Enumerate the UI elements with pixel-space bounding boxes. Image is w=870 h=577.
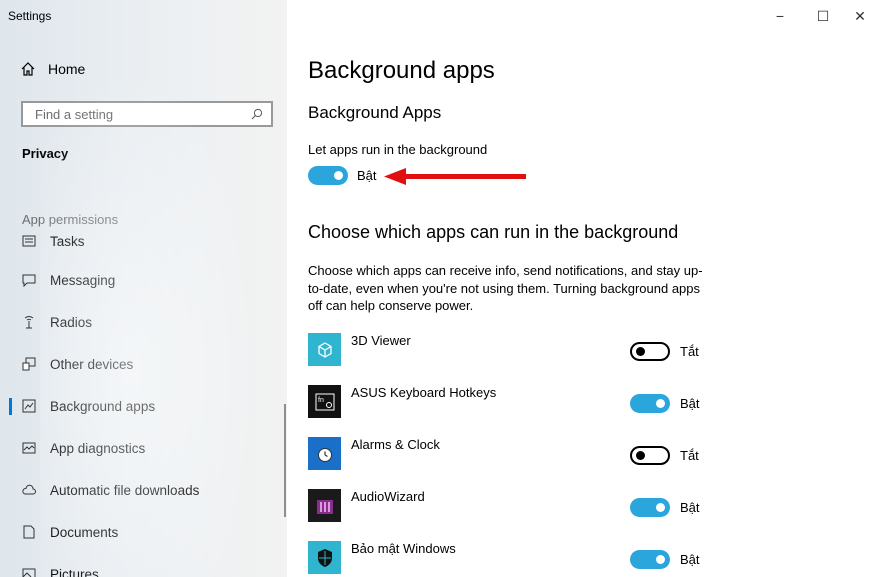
pictures-icon — [22, 568, 36, 577]
sidebar-item-label: Tasks — [50, 233, 85, 249]
other-devices-icon — [22, 357, 36, 371]
sidebar-item-label: Other devices — [50, 356, 134, 372]
app-name: AudioWizard — [351, 489, 425, 504]
tasks-icon — [22, 235, 36, 247]
section-privacy: Privacy — [22, 146, 69, 161]
audiowizard-icon — [308, 489, 341, 522]
sidebar-item-messaging[interactable]: Messaging — [0, 259, 287, 301]
app-toggle-state: Bật — [680, 552, 700, 567]
choose-apps-title: Choose which apps can run in the backgro… — [308, 222, 679, 242]
search-icon[interactable] — [251, 108, 263, 120]
background-toggle-label: Let apps run in the background — [308, 142, 488, 157]
section-app-permissions: App permissions — [22, 212, 119, 227]
app-name: Bảo mật Windows — [351, 541, 456, 556]
app-toggle-state: Tắt — [680, 344, 699, 359]
search-input[interactable] — [35, 106, 235, 122]
sidebar-item-documents[interactable]: Documents — [0, 511, 287, 553]
sidebar-item-radios[interactable]: Radios — [0, 301, 287, 343]
sidebar-item-background-apps[interactable]: Background apps — [0, 385, 287, 427]
annotation-arrow-icon — [384, 168, 526, 185]
3d-viewer-icon — [308, 333, 341, 366]
background-toggle-state: Bật — [357, 168, 377, 183]
choose-apps-description: Choose which apps can receive info, send… — [308, 263, 703, 313]
app-name: 3D Viewer — [351, 333, 411, 348]
background-apps-toggle[interactable] — [308, 166, 348, 185]
nav-home-label: Home — [48, 61, 86, 77]
section-title: Background Apps — [308, 103, 442, 122]
svg-text:fn: fn — [318, 397, 324, 404]
app-toggle[interactable] — [630, 550, 670, 569]
app-row-asus-keyboard-hotkeys: fn ASUS Keyboard Hotkeys Bật — [308, 385, 708, 425]
search-box[interactable] — [21, 101, 273, 127]
app-toggle-state: Bật — [680, 500, 700, 515]
app-name: ASUS Keyboard Hotkeys — [351, 385, 497, 400]
app-row-windows-security: Bảo mật Windows Bật — [308, 541, 708, 577]
background-apps-icon — [22, 399, 36, 413]
alarm-clock-icon — [308, 437, 341, 470]
nav-home[interactable]: Home — [20, 61, 85, 77]
sidebar-item-other-devices[interactable]: Other devices — [0, 343, 287, 385]
sidebar-item-label: Pictures — [50, 566, 99, 577]
sidebar-item-pictures[interactable]: Pictures — [0, 553, 287, 577]
windows-security-icon — [308, 541, 341, 574]
sidebar-item-app-diagnostics[interactable]: App diagnostics — [0, 427, 287, 469]
main-content: Background apps Background Apps Let apps… — [308, 0, 868, 577]
sidebar-item-label: Radios — [50, 314, 93, 330]
app-toggle[interactable] — [630, 394, 670, 413]
app-toggle[interactable] — [630, 446, 670, 465]
sidebar-item-label: App diagnostics — [50, 440, 146, 456]
messaging-icon — [22, 274, 36, 287]
asus-keyboard-icon: fn — [308, 385, 341, 418]
sidebar-item-automatic-file-downloads[interactable]: Automatic file downloads — [0, 469, 287, 511]
app-row-alarms-clock: Alarms & Clock Tắt — [308, 437, 708, 477]
sidebar: Settings Home Privacy App permissions Ta… — [0, 0, 287, 577]
sidebar-item-label: Background apps — [50, 398, 156, 414]
sidebar-item-tasks[interactable]: Tasks — [0, 232, 287, 262]
document-icon — [23, 525, 35, 539]
sidebar-item-label: Automatic file downloads — [50, 482, 200, 498]
app-name: Alarms & Clock — [351, 437, 440, 452]
sidebar-scrollbar[interactable] — [284, 404, 286, 517]
page-title: Background apps — [308, 57, 495, 84]
app-row-3d-viewer: 3D Viewer Tắt — [308, 333, 708, 373]
app-toggle-state: Bật — [680, 396, 700, 411]
app-row-audiowizard: AudioWizard Bật — [308, 489, 708, 529]
app-toggle[interactable] — [630, 498, 670, 517]
sidebar-item-label: Messaging — [50, 272, 116, 288]
sidebar-item-label: Documents — [50, 524, 119, 540]
home-icon — [21, 62, 35, 76]
app-toggle-state: Tắt — [680, 448, 699, 463]
app-toggle[interactable] — [630, 342, 670, 361]
app-diagnostics-icon — [22, 442, 36, 454]
nav-list: Tasks Messaging Radios Other devices Bac… — [0, 232, 287, 577]
app-title: Settings — [8, 9, 52, 23]
cloud-icon — [22, 484, 36, 495]
radios-icon — [24, 316, 34, 329]
